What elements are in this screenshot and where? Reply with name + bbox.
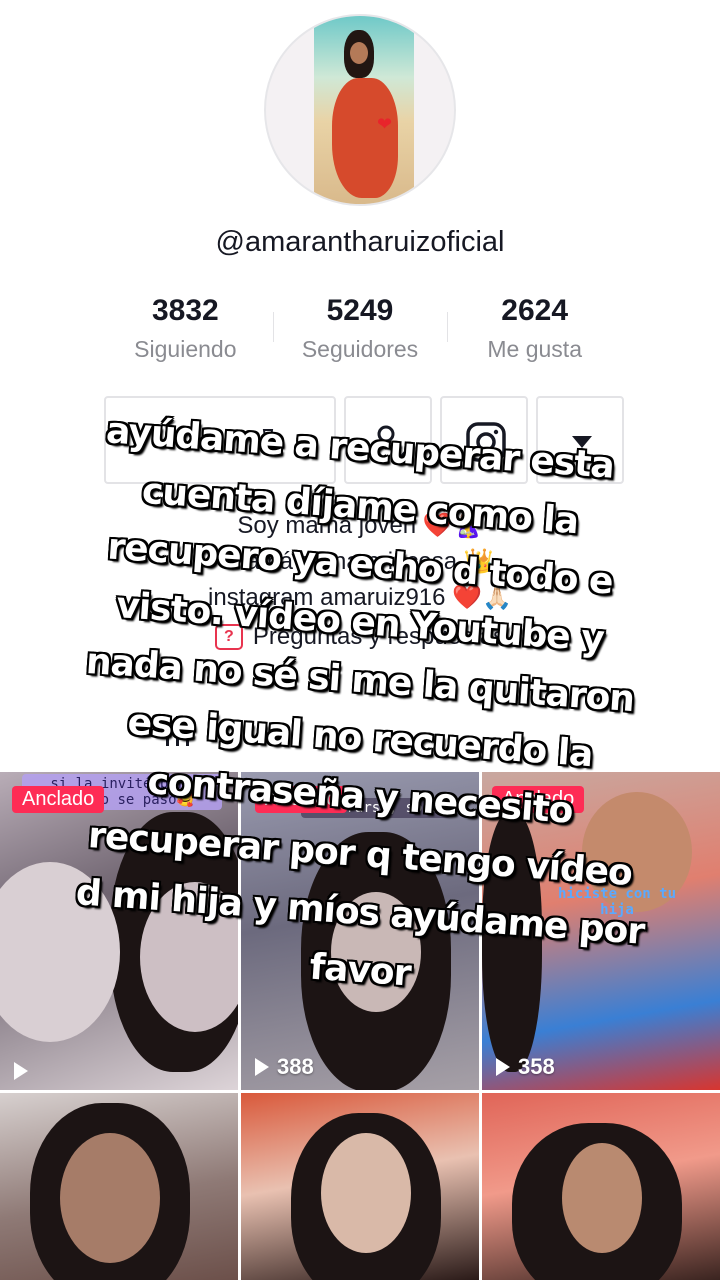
view-count: 388 [255,1054,314,1080]
heart-icon: ❤ [377,114,393,135]
bio-line: instagram amaruiz916 ❤️🙏🏻 [208,584,512,611]
more-options-button[interactable] [536,396,624,484]
video-thumbnail[interactable] [0,1093,238,1280]
video-grid: si la invité pero contigo se pasó🥰 Ancla… [0,772,720,1280]
stat-following[interactable]: 3832 Siguiendo [98,294,273,374]
videos-grid-icon[interactable] [166,716,196,746]
pinned-badge: Anclado [492,786,585,813]
video-caption: hiciste con tu hija [558,886,677,918]
play-icon [496,1058,510,1076]
stat-value: 5249 [326,294,394,327]
stat-label: Siguiendo [134,336,237,362]
view-count: 358 [496,1054,555,1080]
video-thumbnail[interactable]: amarrarse, solo Anclado 388 [241,772,479,1090]
pinned-badge: Anclado [255,786,348,813]
profile-username: @amarantharuizoficial [215,226,505,258]
pinned-badge: Anclado [12,786,105,813]
stat-followers[interactable]: 5249 Seguidores [272,294,448,374]
qa-link[interactable]: ? Preguntas y respuestas [214,619,506,655]
profile-bio: Soy mamá joven ❤️🤱 mamá d una princesa 👑… [0,508,720,655]
qa-label: Preguntas y respuestas [252,623,506,650]
pin-icon [258,429,278,452]
stat-likes[interactable]: 2624 Me gusta [447,294,622,374]
video-thumbnail[interactable]: hiciste con tu hija Anclado 358 [482,772,720,1090]
caret-down-icon [572,436,592,448]
question-icon: ? [214,624,243,650]
follow-status-button[interactable] [344,396,432,484]
video-thumbnail[interactable] [482,1093,720,1280]
profile-stats: 3832 Siguiendo 5249 Seguidores 2624 Me g… [98,294,622,374]
video-thumbnail[interactable]: si la invité pero contigo se pasó🥰 Ancla… [0,772,238,1090]
profile-tab-bar [0,712,720,770]
bio-line: Soy mamá joven ❤️🤱 [237,512,483,539]
play-icon [14,1062,28,1080]
primary-action-button[interactable] [104,396,336,484]
stat-label: Seguidores [301,336,419,362]
play-icon [255,1058,269,1076]
instagram-icon [466,422,506,462]
person-check-icon [371,425,410,461]
stat-value: 3832 [151,294,219,327]
video-thumbnail[interactable] [241,1093,479,1280]
bio-line: mamá d una princesa 👑 [226,548,494,575]
view-count [14,1062,36,1080]
profile-avatar[interactable]: ❤ [264,14,456,206]
stat-label: Me gusta [487,336,582,362]
instagram-button[interactable] [440,396,528,484]
stat-value: 2624 [501,294,569,327]
